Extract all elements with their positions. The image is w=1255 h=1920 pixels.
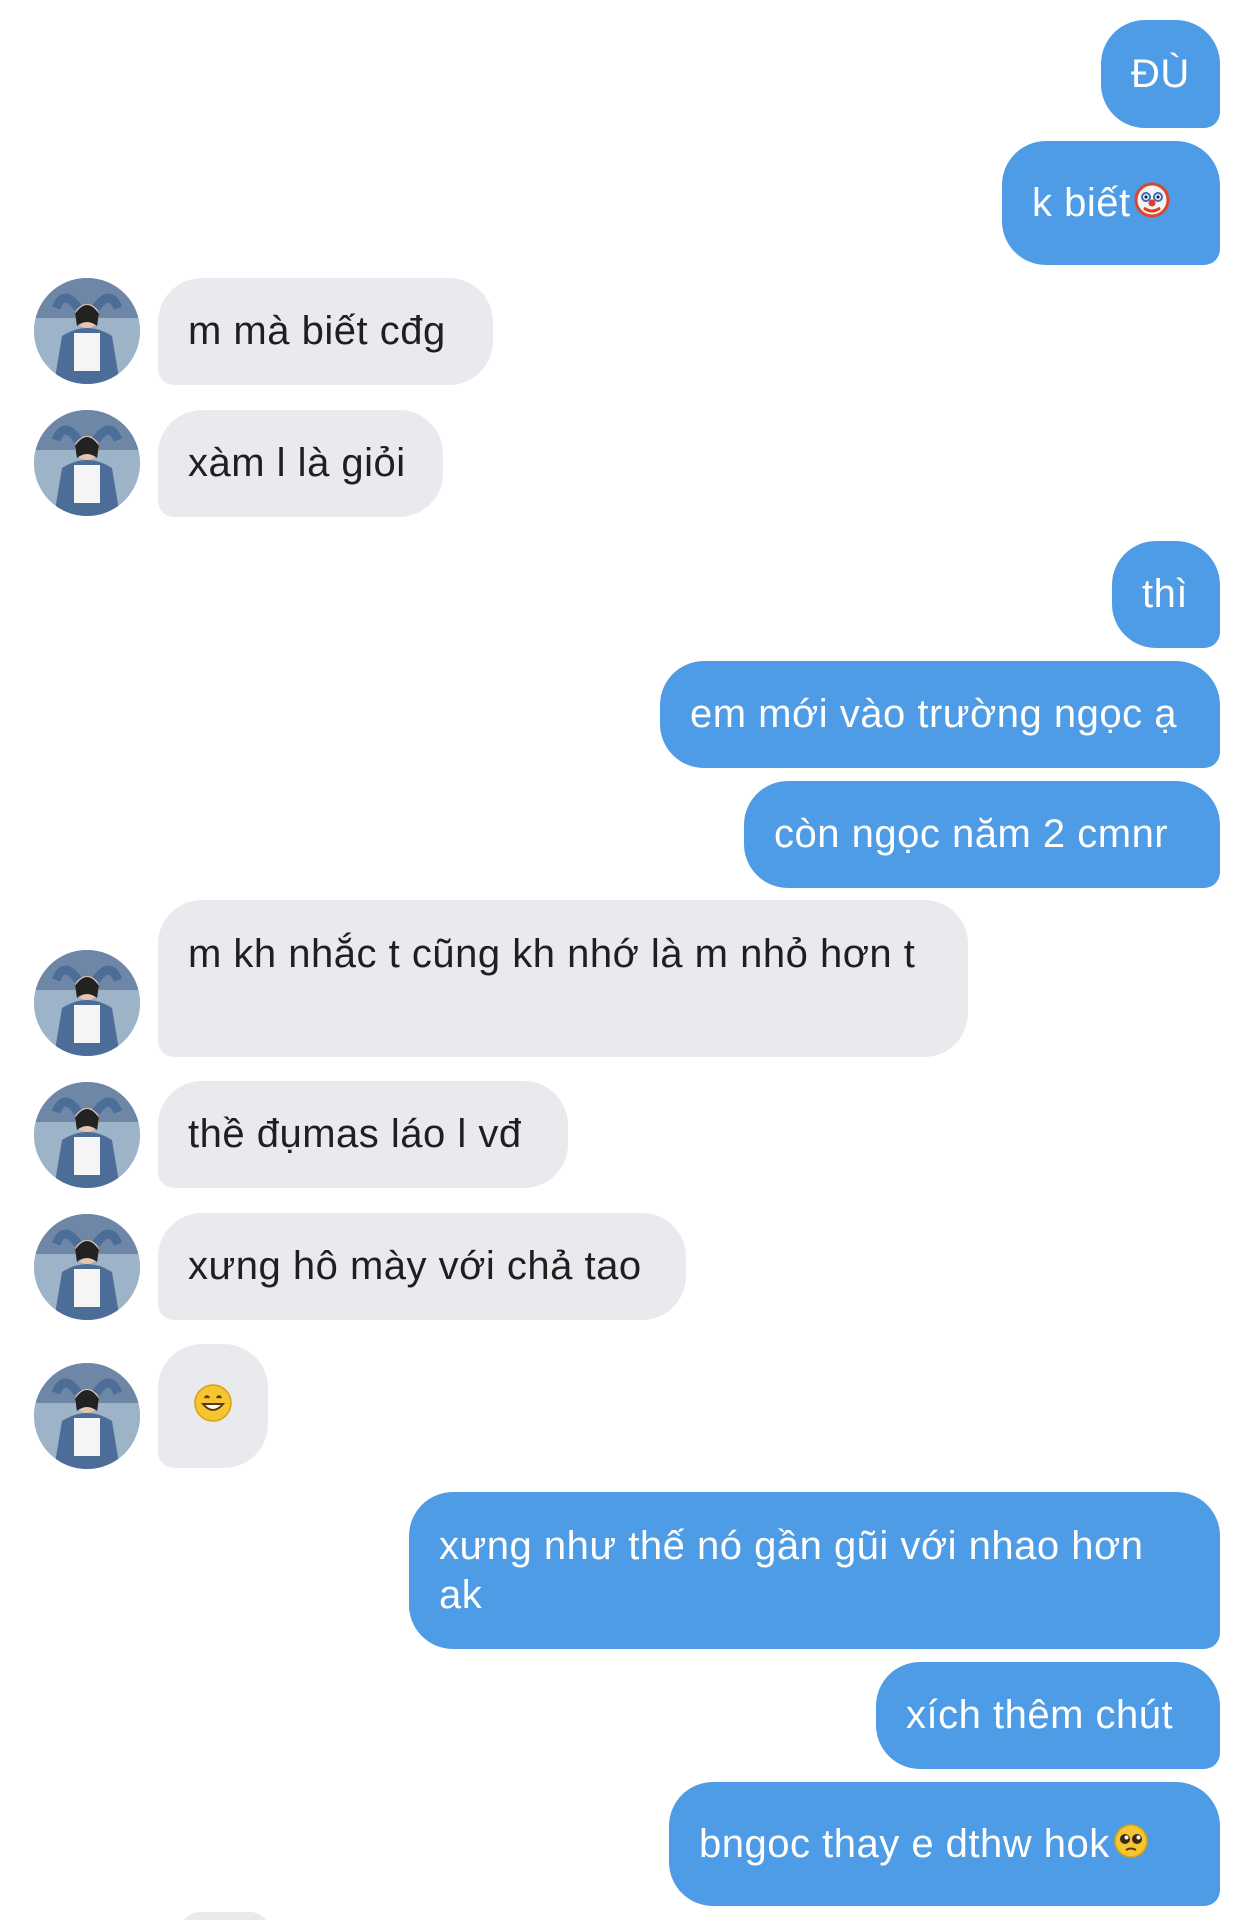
grinning-face-emoji-icon	[193, 1383, 233, 1430]
message-text: k biết	[1032, 180, 1131, 225]
message-text: m mà biết cđg	[188, 309, 446, 353]
sent-message-bubble[interactable]: xích thêm chút	[876, 1662, 1220, 1769]
message-text: m kh nhắc t cũng kh nhớ là m nhỏ hơn t	[188, 932, 916, 976]
sent-message-bubble[interactable]: k biết	[1002, 141, 1220, 265]
clown-face-emoji-icon	[1133, 181, 1171, 226]
message-text: còn ngọc năm 2 cmnr	[774, 812, 1169, 856]
sent-message-bubble[interactable]: thì	[1112, 541, 1220, 648]
message-text: xích thêm chút	[906, 1693, 1174, 1737]
contact-avatar[interactable]	[34, 278, 140, 384]
message-text: thề đụmas láo l vđ	[188, 1112, 522, 1156]
message-text: xàm l là giỏi	[188, 441, 406, 485]
sent-message-bubble[interactable]: em mới vào trường ngọc ạ	[660, 661, 1220, 768]
message-text: thì	[1142, 572, 1188, 616]
contact-avatar[interactable]	[34, 410, 140, 516]
message-text: xưng như thế nó gần gũi với nhao hơn ak	[439, 1524, 1156, 1617]
received-message-bubble[interactable]	[158, 1344, 268, 1468]
contact-avatar[interactable]	[34, 950, 140, 1056]
contact-avatar[interactable]	[34, 1363, 140, 1469]
received-message-bubble-partial[interactable]	[180, 1912, 270, 1920]
message-text: xưng hô mày với chả tao	[188, 1244, 642, 1288]
received-message-bubble[interactable]: xưng hô mày với chả tao	[158, 1213, 686, 1320]
received-message-bubble[interactable]: m mà biết cđg	[158, 278, 493, 385]
received-message-bubble[interactable]: thề đụmas láo l vđ	[158, 1081, 568, 1188]
sent-message-bubble[interactable]: ĐÙ	[1101, 20, 1220, 128]
message-text: bngoc thay e dthw hok	[699, 1821, 1110, 1866]
contact-avatar[interactable]	[34, 1082, 140, 1188]
sent-message-bubble[interactable]: xưng như thế nó gần gũi với nhao hơn ak	[409, 1492, 1220, 1649]
chat-conversation: ĐÙ k biết m mà biết cđg xàm l là giỏi th…	[0, 0, 1255, 1920]
sent-message-bubble[interactable]: bngoc thay e dthw hok	[669, 1782, 1220, 1906]
received-message-bubble[interactable]: xàm l là giỏi	[158, 410, 443, 517]
message-text: ĐÙ	[1131, 51, 1190, 96]
sent-message-bubble[interactable]: còn ngọc năm 2 cmnr	[744, 781, 1220, 888]
contact-avatar[interactable]	[34, 1214, 140, 1320]
pleading-face-emoji-icon	[1112, 1822, 1150, 1867]
message-text: em mới vào trường ngọc ạ	[690, 692, 1177, 736]
received-message-bubble[interactable]: m kh nhắc t cũng kh nhớ là m nhỏ hơn t	[158, 900, 968, 1057]
